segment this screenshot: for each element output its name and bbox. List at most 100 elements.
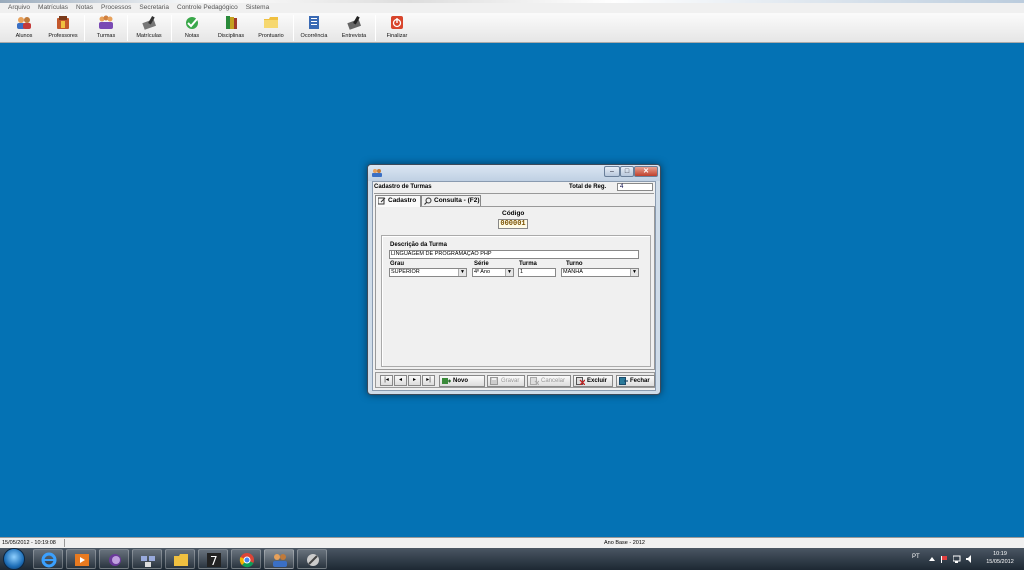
prev-record-button[interactable]: ◂ bbox=[394, 375, 407, 386]
turno-value: MANHÃ bbox=[563, 269, 583, 275]
toolbar-turmas-label: Turmas bbox=[96, 33, 116, 39]
network-icon bbox=[141, 556, 155, 567]
toolbar-finalizar-button[interactable]: Finalizar bbox=[385, 15, 409, 42]
class-group-icon bbox=[99, 15, 113, 29]
menu-controle-pedagogico[interactable]: Controle Pedagógico bbox=[173, 3, 242, 13]
show-hidden-icons-icon[interactable] bbox=[928, 555, 936, 563]
next-record-button[interactable]: ▸ bbox=[408, 375, 421, 386]
network-tray-icon[interactable] bbox=[953, 555, 961, 563]
dialog-titlebar[interactable]: – □ ✕ bbox=[368, 165, 660, 181]
save-icon bbox=[490, 377, 498, 385]
toolbar-separator bbox=[171, 15, 172, 41]
status-divider bbox=[64, 539, 65, 547]
enrollment-icon bbox=[142, 16, 157, 30]
grades-check-icon bbox=[186, 17, 198, 29]
last-record-button[interactable]: ▸| bbox=[422, 375, 435, 386]
total-registros-label: Total de Reg. bbox=[569, 184, 607, 190]
taskbar-7zip-button[interactable]: 7 bbox=[198, 549, 228, 569]
taskbar-network-button[interactable] bbox=[132, 549, 162, 569]
taskbar-ie-button[interactable] bbox=[33, 549, 63, 569]
close-button[interactable]: ✕ bbox=[634, 166, 658, 177]
menu-notas[interactable]: Notas bbox=[72, 3, 97, 13]
eclipse-icon bbox=[109, 554, 121, 566]
toolbar-turmas-button[interactable]: Turmas bbox=[94, 15, 118, 42]
menu-bar: Arquivo Matrículas Notas Processos Secre… bbox=[0, 3, 1024, 13]
taskbar-media-player-button[interactable] bbox=[66, 549, 96, 569]
toolbar-ocorrencia-button[interactable]: Ocorrência bbox=[299, 15, 329, 42]
excluir-button[interactable]: Excluir bbox=[573, 375, 613, 387]
gravar-label: Gravar bbox=[501, 378, 520, 384]
language-indicator[interactable]: PT bbox=[912, 554, 920, 560]
taskbar-chrome-button[interactable] bbox=[231, 549, 261, 569]
exit-door-icon bbox=[619, 377, 628, 385]
windows-taskbar: 7 PT 10:19 15/05/2012 bbox=[0, 548, 1024, 570]
menu-sistema[interactable]: Sistema bbox=[242, 3, 273, 13]
chevron-down-icon[interactable]: ▼ bbox=[505, 269, 513, 276]
chrome-icon bbox=[239, 553, 254, 568]
volume-icon[interactable] bbox=[966, 555, 974, 563]
taskbar-tool-button[interactable] bbox=[297, 549, 327, 569]
codigo-label: Código bbox=[502, 210, 525, 217]
svg-text:7: 7 bbox=[210, 554, 218, 568]
app-icon bbox=[372, 169, 382, 177]
toolbar-matriculas-button[interactable]: Matrículas bbox=[134, 15, 164, 42]
toolbar-alunos-button[interactable]: Alunos bbox=[13, 15, 35, 42]
status-ano-base: Ano Base - 2012 bbox=[604, 540, 645, 546]
dialog-body: Cadastro de Turmas Total de Reg. 4 Cadas… bbox=[372, 181, 656, 391]
novo-label: Novo bbox=[453, 378, 468, 384]
system-clock[interactable]: 10:19 15/05/2012 bbox=[982, 550, 1018, 566]
taskbar-school-app-button[interactable] bbox=[264, 549, 294, 569]
toolbar-ocorrencia-label: Ocorrência bbox=[300, 33, 328, 39]
descricao-input[interactable]: LINGUAGEM DE PROGRAMAÇÃO PHP bbox=[389, 250, 639, 259]
toolbar-prontuario-button[interactable]: Prontuario bbox=[256, 15, 286, 42]
toolbar-finalizar-label: Finalizar bbox=[386, 33, 408, 39]
toolbar-entrevista-label: Entrevista bbox=[341, 33, 367, 39]
action-center-flag-icon[interactable] bbox=[940, 555, 948, 563]
menu-secretaria[interactable]: Secretaria bbox=[135, 3, 173, 13]
toolbar-notas-button[interactable]: Notas bbox=[181, 15, 203, 42]
turma-input[interactable]: 1 bbox=[518, 268, 556, 277]
first-record-button[interactable]: |◂ bbox=[380, 375, 393, 386]
tool-icon bbox=[307, 554, 319, 566]
interview-icon bbox=[347, 16, 362, 30]
cadastro-turmas-dialog: – □ ✕ Cadastro de Turmas Total de Reg. 4… bbox=[367, 164, 661, 395]
turma-details-group: Descrição da Turma LINGUAGEM DE PROGRAMA… bbox=[381, 235, 651, 367]
status-bar: 15/05/2012 - 10:19:08 Ano Base - 2012 bbox=[0, 537, 1024, 548]
media-player-icon bbox=[75, 554, 89, 566]
report-icon bbox=[309, 16, 319, 29]
toolbar-professores-button[interactable]: Professores bbox=[46, 15, 80, 42]
clock-date: 15/05/2012 bbox=[986, 559, 1014, 565]
toolbar-separator bbox=[375, 15, 376, 41]
tab-consulta-label: Consulta - (F2) bbox=[434, 197, 480, 204]
maximize-button[interactable]: □ bbox=[620, 166, 634, 177]
turma-label: Turma bbox=[519, 261, 537, 267]
students-icon bbox=[273, 554, 287, 567]
folder-icon bbox=[174, 554, 188, 566]
start-button[interactable] bbox=[3, 548, 25, 570]
turno-select[interactable]: MANHÃ ▼ bbox=[561, 268, 639, 277]
menu-arquivo[interactable]: Arquivo bbox=[4, 3, 34, 13]
chevron-down-icon[interactable]: ▼ bbox=[630, 269, 638, 276]
fechar-button[interactable]: Fechar bbox=[616, 375, 655, 387]
total-registros-value: 4 bbox=[617, 183, 653, 191]
novo-button[interactable]: Novo bbox=[439, 375, 485, 387]
tab-consulta[interactable]: Consulta - (F2) bbox=[421, 195, 481, 206]
toolbar-professores-label: Professores bbox=[48, 33, 78, 39]
toolbar-entrevista-button[interactable]: Entrevista bbox=[340, 15, 368, 42]
serie-label: Série bbox=[474, 261, 489, 267]
chevron-down-icon[interactable]: ▼ bbox=[458, 269, 466, 276]
grau-select[interactable]: SUPERIOR ▼ bbox=[389, 268, 467, 277]
menu-matriculas[interactable]: Matrículas bbox=[34, 3, 72, 13]
record-navigation-bar: |◂ ◂ ▸ ▸| Novo Gravar Cancelar Excluir F… bbox=[375, 372, 655, 388]
taskbar-explorer-button[interactable] bbox=[165, 549, 195, 569]
search-icon bbox=[424, 197, 432, 205]
minimize-button[interactable]: – bbox=[604, 166, 620, 177]
tab-cadastro[interactable]: Cadastro bbox=[375, 195, 421, 207]
add-record-icon bbox=[442, 378, 451, 384]
menu-processos[interactable]: Processos bbox=[97, 3, 135, 13]
excluir-label: Excluir bbox=[587, 378, 608, 384]
grau-label: Grau bbox=[390, 261, 405, 267]
toolbar-disciplinas-button[interactable]: Disciplinas bbox=[216, 15, 246, 42]
serie-select[interactable]: 4º Ano ▼ bbox=[472, 268, 514, 277]
taskbar-eclipse-button[interactable] bbox=[99, 549, 129, 569]
